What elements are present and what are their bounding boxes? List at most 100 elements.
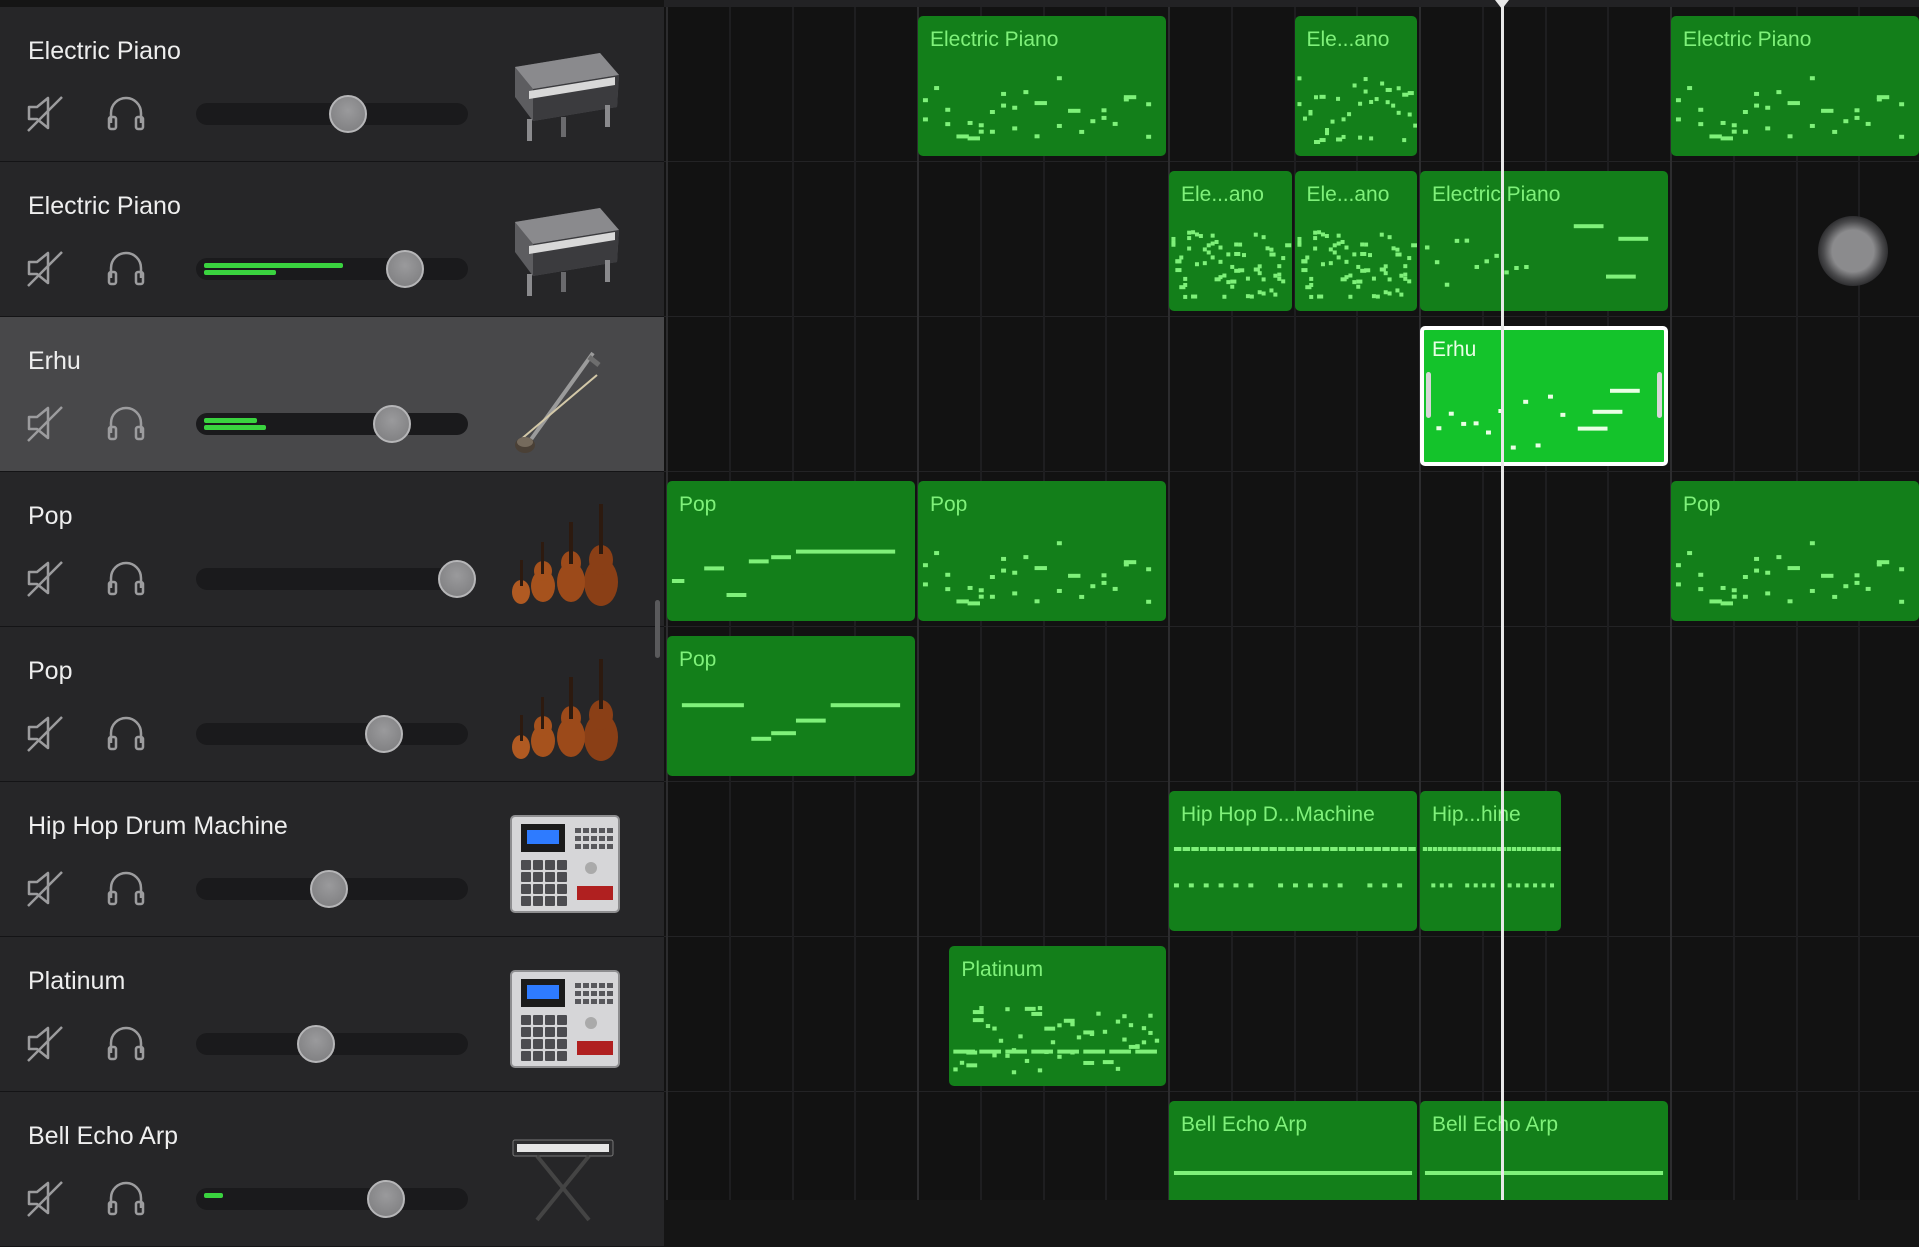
- region[interactable]: Ele...ano: [1169, 171, 1292, 311]
- scroll-indicator[interactable]: [655, 600, 660, 658]
- region[interactable]: Electric Piano: [1420, 171, 1668, 311]
- region-trim-handle-right[interactable]: [1657, 372, 1662, 418]
- headphones-icon[interactable]: [104, 246, 148, 290]
- drum-machine-icon[interactable]: [505, 965, 625, 1075]
- region[interactable]: Ele...ano: [1294, 171, 1417, 311]
- volume-knob[interactable]: [329, 95, 368, 133]
- volume-slider[interactable]: [196, 560, 477, 598]
- erhu-icon[interactable]: [505, 345, 625, 455]
- region-trim-handle-left[interactable]: [1426, 372, 1431, 418]
- volume-slider[interactable]: [196, 1025, 468, 1063]
- midi-note: [1202, 247, 1207, 252]
- midi-note: [1218, 275, 1223, 280]
- speaker-mute-icon[interactable]: [24, 556, 68, 600]
- region[interactable]: Pop: [667, 481, 915, 621]
- midi-note: [1257, 290, 1262, 295]
- track-lane[interactable]: [664, 317, 1919, 472]
- midi-note: [1335, 96, 1340, 101]
- midi-note: [1173, 1171, 1413, 1175]
- keyboard-icon[interactable]: [505, 1120, 625, 1230]
- volume-knob[interactable]: [386, 250, 425, 288]
- midi-note: [1332, 250, 1337, 255]
- midi-note: [1698, 587, 1704, 592]
- playhead[interactable]: [1501, 0, 1505, 1200]
- midi-note: [1408, 847, 1416, 851]
- region[interactable]: Erhu: [1420, 326, 1668, 466]
- electric-piano-icon[interactable]: [505, 190, 625, 300]
- midi-note: [1233, 883, 1239, 888]
- track-header[interactable]: Hip Hop Drum Machine: [0, 782, 664, 937]
- midi-note: [1296, 236, 1301, 241]
- region[interactable]: Pop: [667, 636, 915, 776]
- headphones-icon[interactable]: [104, 401, 148, 445]
- speaker-mute-icon[interactable]: [24, 401, 68, 445]
- midi-note: [1363, 89, 1368, 94]
- volume-knob[interactable]: [438, 560, 477, 598]
- volume-knob[interactable]: [310, 870, 349, 908]
- volume-slider[interactable]: [196, 250, 468, 288]
- headphones-icon[interactable]: [104, 866, 148, 910]
- region[interactable]: Pop: [1671, 481, 1919, 621]
- track-header[interactable]: Electric Piano: [0, 7, 664, 162]
- volume-knob[interactable]: [372, 405, 411, 443]
- midi-note: [1410, 243, 1417, 248]
- volume-slider[interactable]: [196, 1180, 468, 1218]
- midi-note: [1012, 126, 1018, 131]
- track-lane[interactable]: [664, 162, 1919, 317]
- timeline-ruler[interactable]: [664, 0, 1919, 7]
- headphones-icon[interactable]: [104, 91, 148, 135]
- volume-slider[interactable]: [196, 95, 468, 133]
- midi-note: [1431, 883, 1436, 888]
- region[interactable]: Electric Piano: [1671, 16, 1919, 156]
- track-header[interactable]: Platinum: [0, 937, 664, 1092]
- midi-note: [1394, 288, 1399, 293]
- midi-note: [1005, 1049, 1028, 1054]
- region[interactable]: Bell Echo Arp: [1169, 1101, 1417, 1200]
- region[interactable]: Hip Hop D...Machine: [1169, 791, 1417, 931]
- volume-knob[interactable]: [367, 1180, 406, 1218]
- region[interactable]: Pop: [918, 481, 1166, 621]
- track-header[interactable]: Electric Piano: [0, 162, 664, 317]
- strings-icon[interactable]: [505, 500, 625, 610]
- midi-note: [973, 1010, 985, 1015]
- speaker-mute-icon[interactable]: [24, 866, 68, 910]
- strings-icon[interactable]: [505, 655, 625, 765]
- track-header[interactable]: Pop: [0, 472, 664, 627]
- speaker-mute-icon[interactable]: [24, 1176, 68, 1220]
- midi-note: [1208, 847, 1217, 851]
- track-header[interactable]: Bell Echo Arp: [0, 1092, 664, 1247]
- region[interactable]: Ele...ano: [1294, 16, 1417, 156]
- speaker-mute-icon[interactable]: [24, 246, 68, 290]
- midi-note: [1754, 568, 1760, 573]
- speaker-mute-icon[interactable]: [24, 711, 68, 755]
- tracks-timeline[interactable]: Electric Piano Ele...ano Electric Piano Ele…: [664, 0, 1919, 1200]
- headphones-icon[interactable]: [104, 711, 148, 755]
- electric-piano-icon[interactable]: [505, 35, 625, 145]
- midi-note: [1462, 847, 1467, 851]
- track-header[interactable]: Pop: [0, 627, 664, 782]
- headphones-icon[interactable]: [104, 1021, 148, 1065]
- midi-note: [1332, 243, 1337, 248]
- region[interactable]: Hip...hine: [1420, 791, 1562, 931]
- headphones-icon[interactable]: [104, 556, 148, 600]
- volume-knob[interactable]: [364, 715, 403, 753]
- volume-knob[interactable]: [296, 1025, 335, 1063]
- track-lane[interactable]: [664, 937, 1919, 1092]
- track-header[interactable]: Erhu: [0, 317, 664, 472]
- midi-note: [1218, 245, 1223, 250]
- volume-slider[interactable]: [196, 715, 468, 753]
- midi-note: [1482, 883, 1487, 888]
- drum-machine-icon[interactable]: [505, 810, 625, 920]
- midi-note: [1101, 115, 1107, 120]
- region[interactable]: Bell Echo Arp: [1420, 1101, 1668, 1200]
- speaker-mute-icon[interactable]: [24, 1021, 68, 1065]
- headphones-icon[interactable]: [104, 1176, 148, 1220]
- level-meter: [204, 1193, 224, 1198]
- midi-note: [1355, 264, 1360, 269]
- playhead-handle[interactable]: [1495, 0, 1510, 9]
- region[interactable]: Platinum: [949, 946, 1166, 1086]
- volume-slider[interactable]: [196, 870, 468, 908]
- speaker-mute-icon[interactable]: [24, 91, 68, 135]
- volume-slider[interactable]: [196, 405, 468, 443]
- region[interactable]: Electric Piano: [918, 16, 1166, 156]
